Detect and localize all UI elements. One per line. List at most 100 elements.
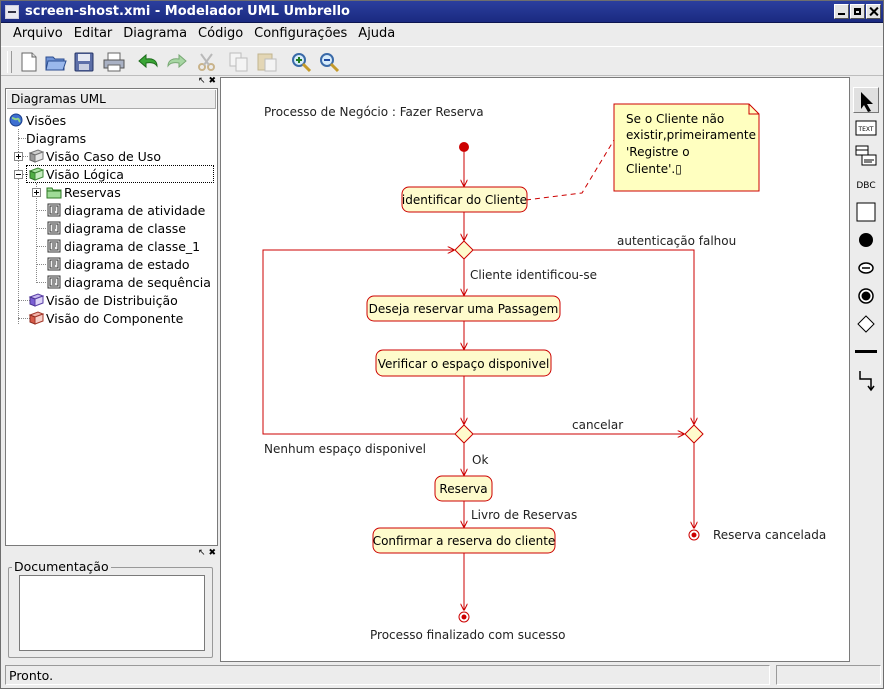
tree-item-visao-distribuicao[interactable]: Visão de Distribuição xyxy=(28,291,178,309)
window-title: screen-shost.xmi - Modelador UML Umbrell… xyxy=(25,4,350,19)
tree-item-diagrama-classe[interactable]: diagrama de classe xyxy=(46,219,186,237)
activity-confirmar[interactable]: Confirmar a reserva do cliente xyxy=(372,527,556,554)
end-state-tool-icon[interactable] xyxy=(853,283,879,309)
open-folder-icon[interactable] xyxy=(44,51,68,73)
final-node-cancelada[interactable] xyxy=(688,529,700,541)
tree-connector xyxy=(36,264,46,265)
status-secondary-field xyxy=(776,665,881,685)
transition-tool-icon[interactable] xyxy=(853,367,879,393)
dock-float-close-controls[interactable]: ↖ ✖ xyxy=(198,77,216,86)
activity-deseja[interactable]: Deseja reservar uma Passagem xyxy=(366,295,561,322)
documentation-textarea[interactable] xyxy=(19,575,205,651)
tree-view[interactable]: Diagramas UML Visões Diagrams Visão Caso… xyxy=(5,88,218,546)
menu-ajuda[interactable]: Ajuda xyxy=(352,23,400,45)
text-tool-icon[interactable]: TEXT xyxy=(853,115,879,141)
tree-item-diagrams[interactable]: Diagrams xyxy=(26,129,86,147)
tree-connector xyxy=(36,210,46,211)
fork-tool-icon[interactable] xyxy=(853,339,879,365)
activity-reserva[interactable]: Reserva xyxy=(434,475,493,502)
note-line: 'Registre o xyxy=(626,145,690,159)
guard-autenticacao: autenticação falhou xyxy=(617,234,736,248)
select-arrow-icon[interactable] xyxy=(853,87,879,113)
print-icon[interactable] xyxy=(102,51,126,73)
tree-column-header[interactable]: Diagramas UML xyxy=(7,90,216,109)
expand-toggle[interactable] xyxy=(32,188,41,197)
decision-node-3[interactable] xyxy=(684,424,704,444)
folder-deployment-icon xyxy=(28,293,44,307)
diagram-icon xyxy=(46,257,62,271)
new-file-icon[interactable] xyxy=(17,51,41,73)
diagram-icon xyxy=(46,275,62,289)
activity-label: Reserva xyxy=(439,482,487,496)
activity-label: Confirmar a reserva do cliente xyxy=(373,534,556,548)
tree-item-visao-logica[interactable]: Visão Lógica xyxy=(28,165,124,183)
zoom-in-icon[interactable] xyxy=(289,51,313,73)
menu-codigo[interactable]: Código xyxy=(192,23,248,45)
tree-item-label: diagrama de classe_1 xyxy=(64,238,201,254)
menu-editar[interactable]: Editar xyxy=(68,23,118,45)
maximize-button[interactable] xyxy=(850,4,865,19)
tree-item-visao-caso-de-uso[interactable]: Visão Caso de Uso xyxy=(28,147,161,165)
activity-label: Verificar o espaço disponivel xyxy=(378,357,550,371)
diagram-icon xyxy=(46,203,62,217)
status-bar: Pronto. xyxy=(5,665,881,686)
diagram-canvas[interactable]: Processo de Negócio : Fazer Reserva Se o… xyxy=(220,77,850,662)
documentation-dock: ↖ ✖ Documentação xyxy=(5,549,218,661)
title-bar[interactable]: screen-shost.xmi - Modelador UML Umbrell… xyxy=(1,1,883,23)
minimize-button[interactable] xyxy=(834,4,849,19)
tree-item-label: Visão de Distribuição xyxy=(46,292,178,308)
tree-connector xyxy=(36,228,46,229)
tree-connector xyxy=(36,246,46,247)
cut-icon[interactable] xyxy=(195,51,219,73)
save-icon[interactable] xyxy=(72,51,96,73)
tree-item-diagrama-classe-1[interactable]: diagrama de classe_1 xyxy=(46,237,200,255)
decision-node-1[interactable] xyxy=(454,240,474,260)
paste-icon[interactable] xyxy=(255,51,279,73)
dbc-tool-icon[interactable]: DBC xyxy=(853,171,879,197)
globe-icon xyxy=(8,113,24,127)
tree-item-diagrama-estado[interactable]: diagrama de estado xyxy=(46,255,190,273)
zoom-out-icon[interactable] xyxy=(317,51,341,73)
app-icon[interactable] xyxy=(5,5,19,19)
decision-node-2[interactable] xyxy=(454,424,474,444)
note-box[interactable]: Se o Cliente não existir,primeiramente '… xyxy=(613,103,760,192)
branch-tool-icon[interactable] xyxy=(853,311,879,337)
tree-item-label: Visão Caso de Uso xyxy=(46,148,161,164)
dock-float-close-controls[interactable]: ↖ ✖ xyxy=(198,549,216,558)
tree-item-visoes[interactable]: Visões xyxy=(8,111,66,129)
tree-dock: ↖ ✖ Diagramas UML Visões Diagrams Visão … xyxy=(5,77,218,547)
tree-item-reservas[interactable]: Reservas xyxy=(46,183,121,201)
note-anchor-line xyxy=(525,139,615,201)
collapse-toggle[interactable] xyxy=(14,170,23,179)
redo-icon[interactable] xyxy=(164,51,188,73)
tree-item-visao-componente[interactable]: Visão do Componente xyxy=(28,309,183,327)
tree-item-diagrama-sequencia[interactable]: diagrama de sequência xyxy=(46,273,211,291)
initial-state-tool-icon[interactable] xyxy=(853,227,879,253)
tree-item-label: Diagrams xyxy=(26,130,87,146)
menu-configuracoes[interactable]: Configurações xyxy=(248,23,352,45)
tree-item-label: Reservas xyxy=(64,184,121,200)
activity-identificar[interactable]: identificar do Cliente xyxy=(401,186,528,213)
app-window: screen-shost.xmi - Modelador UML Umbrell… xyxy=(0,0,884,689)
final-node-sucesso[interactable] xyxy=(458,611,470,623)
undo-icon[interactable] xyxy=(137,51,161,73)
copy-icon[interactable] xyxy=(227,51,251,73)
toolbar-grip[interactable] xyxy=(7,51,12,73)
dbc-tool-label: DBC xyxy=(856,181,875,191)
close-button[interactable] xyxy=(866,4,881,19)
note-line: Cliente'.▯ xyxy=(626,162,682,176)
guard-nenhum-espaco: Nenhum espaço disponivel xyxy=(264,442,426,456)
menu-diagrama[interactable]: Diagrama xyxy=(117,23,192,45)
guard-cliente-identificou: Cliente identificou-se xyxy=(470,268,597,282)
tree-item-diagrama-atividade[interactable]: diagrama de atividade xyxy=(46,201,205,219)
note-line: Se o Cliente não xyxy=(626,112,724,126)
menu-arquivo[interactable]: Arquivo xyxy=(7,23,68,45)
guard-ok: Ok xyxy=(472,453,488,467)
main-toolbar xyxy=(1,46,883,76)
box-tool-icon[interactable] xyxy=(853,199,879,225)
expand-toggle[interactable] xyxy=(14,152,23,161)
initial-node[interactable] xyxy=(459,142,469,152)
note-tool-icon[interactable] xyxy=(853,143,879,169)
activity-tool-icon[interactable] xyxy=(853,255,879,281)
activity-verificar[interactable]: Verificar o espaço disponivel xyxy=(375,349,552,377)
